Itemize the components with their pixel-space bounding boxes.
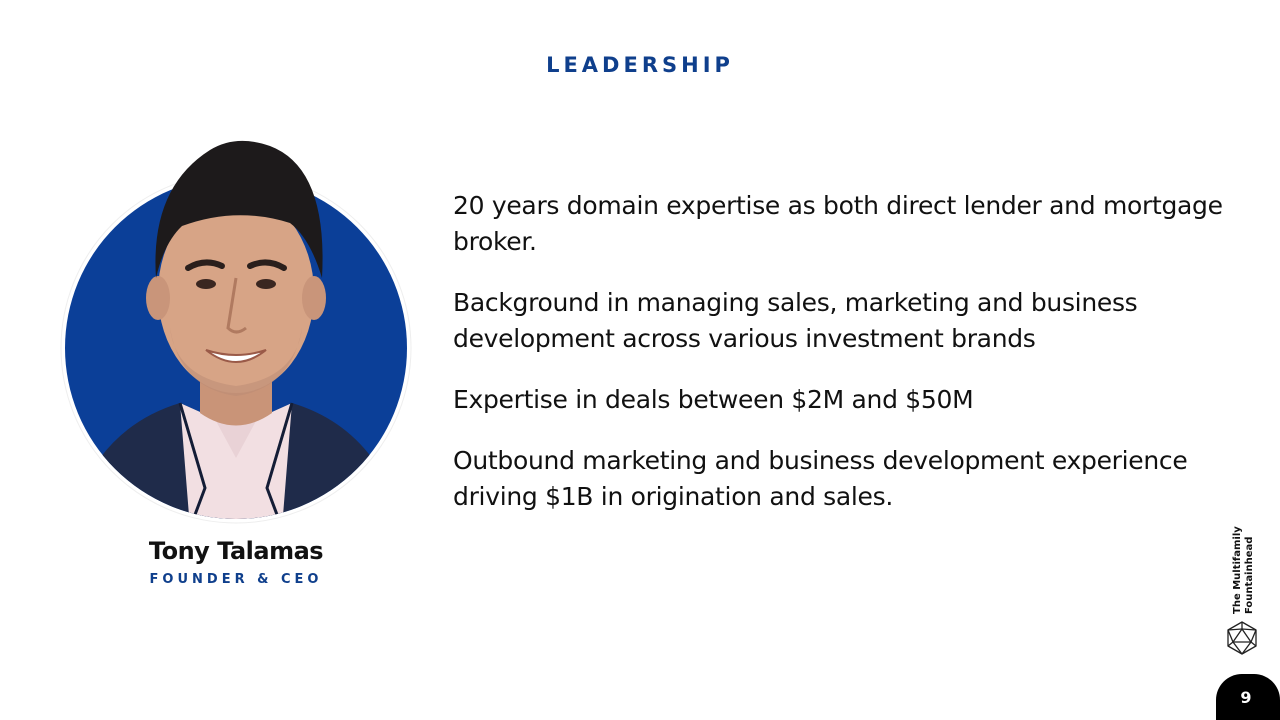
bullet-item: Outbound marketing and business developm… <box>453 446 1188 511</box>
brand-line2: Fountainhead <box>1244 537 1255 614</box>
person-name: Tony Talamas <box>148 537 324 565</box>
bullet-list: 20 years domain expertise as both direct… <box>453 188 1223 540</box>
person-role: FOUNDER & CEO <box>149 572 323 587</box>
icosahedron-logo-icon <box>1227 621 1257 655</box>
slide: LEADERSHIP Tony Talamas FOUNDER & CEO 20… <box>0 0 1280 720</box>
brand-line1: The Multifamily <box>1232 526 1243 614</box>
bullet-item: 20 years domain expertise as both direct… <box>453 191 1223 256</box>
brand-wordmark: The Multifamily Fountainhead <box>1232 526 1255 614</box>
slide-title: LEADERSHIP <box>546 53 734 77</box>
bullet-item: Expertise in deals between $2M and $50M <box>453 385 974 414</box>
portrait-photo <box>60 140 412 524</box>
page-number-badge: 9 <box>1216 674 1280 720</box>
bullet-item: Background in managing sales, marketing … <box>453 288 1138 353</box>
